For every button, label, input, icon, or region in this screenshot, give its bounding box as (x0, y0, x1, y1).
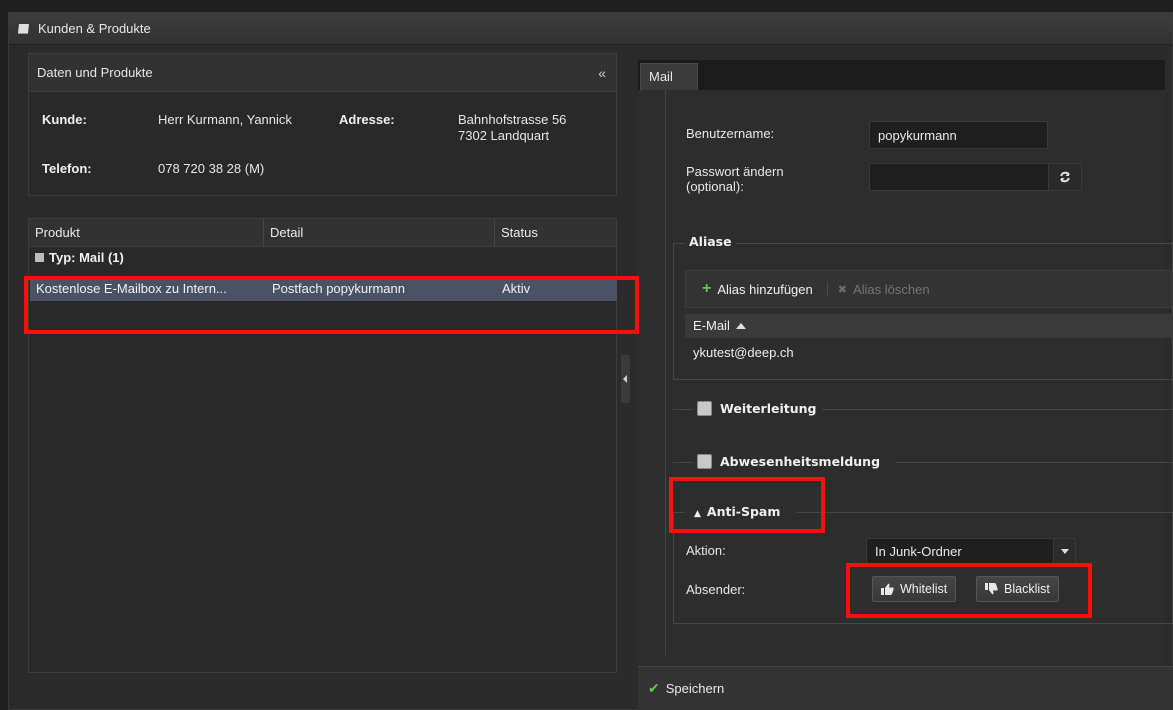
highlight-box-list-buttons (846, 563, 1092, 618)
passwort-label-line2: (optional): (686, 179, 744, 194)
divider (822, 409, 1173, 410)
adresse-line1: Bahnhofstrasse 56 (458, 112, 567, 127)
customer-info-panel: Daten und Produkte « Kunde: Herr Kurmann… (28, 53, 617, 196)
weiterleitung-label[interactable]: Weiterleitung (716, 401, 821, 416)
plus-icon: + (702, 280, 712, 297)
highlight-box-antispam (669, 477, 825, 533)
kunde-value: Herr Kurmann, Yannick (158, 112, 292, 127)
adresse-line2: 7302 Landquart (458, 128, 550, 143)
benutzername-value: popykurmann (878, 127, 957, 143)
benutzername-input[interactable]: popykurmann (869, 121, 1048, 149)
aktion-label: Aktion: (686, 543, 726, 558)
column-produkt[interactable]: Produkt (29, 219, 264, 247)
group-row[interactable]: Typ: Mail (1) (29, 250, 616, 272)
delete-alias-button[interactable]: ✖ Alias löschen (826, 281, 944, 297)
telefon-value: 078 720 38 28 (M) (158, 161, 265, 176)
sort-asc-icon (735, 323, 746, 329)
adresse-label: Adresse: (339, 112, 395, 127)
generate-password-button[interactable] (1048, 163, 1082, 191)
add-alias-label: Alias hinzufügen (717, 281, 813, 297)
weiterleitung-checkbox[interactable] (697, 401, 712, 416)
list-item[interactable]: ykutest@deep.ch (685, 340, 1173, 366)
divider (895, 462, 1173, 463)
splitter-handle[interactable] (621, 355, 630, 403)
divider (673, 409, 693, 410)
absender-label: Absender: (686, 582, 746, 597)
customer-details: Kunde: Herr Kurmann, Yannick Adresse: Ba… (29, 92, 616, 196)
collapse-square-icon[interactable] (35, 253, 44, 262)
save-button[interactable]: Speichern (666, 681, 725, 696)
telefon-label: Telefon: (42, 161, 92, 176)
benutzername-label: Benutzername: (686, 126, 775, 141)
abwesenheit-checkbox[interactable] (697, 454, 712, 469)
panel-title: Daten und Produkte (37, 65, 153, 80)
panel-header: Daten und Produkte « (29, 54, 616, 92)
aliase-legend: Aliase (685, 234, 736, 249)
aktion-value: In Junk-Ordner (875, 544, 962, 559)
footer-bar: ✔ Speichern (638, 666, 1173, 710)
window-titlebar: Kunden & Produkte (9, 13, 1172, 45)
passwort-input[interactable] (869, 163, 1049, 191)
passwort-label-line1: Passwort ändern (686, 164, 784, 179)
kunde-label: Kunde: (42, 112, 87, 127)
grid-header: Produkt Detail Status (29, 219, 616, 247)
column-detail[interactable]: Detail (264, 219, 495, 247)
divider (796, 512, 1173, 513)
divider (673, 462, 693, 463)
highlight-box-product-row (24, 276, 639, 334)
passwort-label: Passwort ändern (optional): (686, 164, 784, 194)
add-alias-button[interactable]: + Alias hinzufügen (702, 280, 827, 298)
delete-alias-label: Alias löschen (852, 281, 930, 297)
alias-column-email[interactable]: E-Mail (685, 314, 1173, 338)
tab-bar: Mail (638, 60, 1165, 90)
aktion-select[interactable]: In Junk-Ordner (866, 538, 1076, 565)
book-icon (18, 23, 29, 34)
column-status[interactable]: Status (495, 219, 617, 247)
collapse-icon[interactable]: « (598, 65, 606, 81)
tab-mail[interactable]: Mail (640, 63, 698, 90)
refresh-icon (1060, 171, 1070, 183)
alias-column-label: E-Mail (693, 318, 730, 333)
chevron-down-icon[interactable] (1053, 539, 1075, 564)
checkmark-icon: ✔ (648, 680, 660, 696)
abwesenheit-label[interactable]: Abwesenheitsmeldung (716, 454, 885, 469)
alias-toolbar: + Alias hinzufügen ✖ Alias löschen (685, 270, 1173, 308)
group-label: Typ: Mail (1) (49, 250, 124, 265)
window-title: Kunden & Produkte (38, 21, 151, 36)
delete-icon: ✖ (837, 283, 847, 296)
